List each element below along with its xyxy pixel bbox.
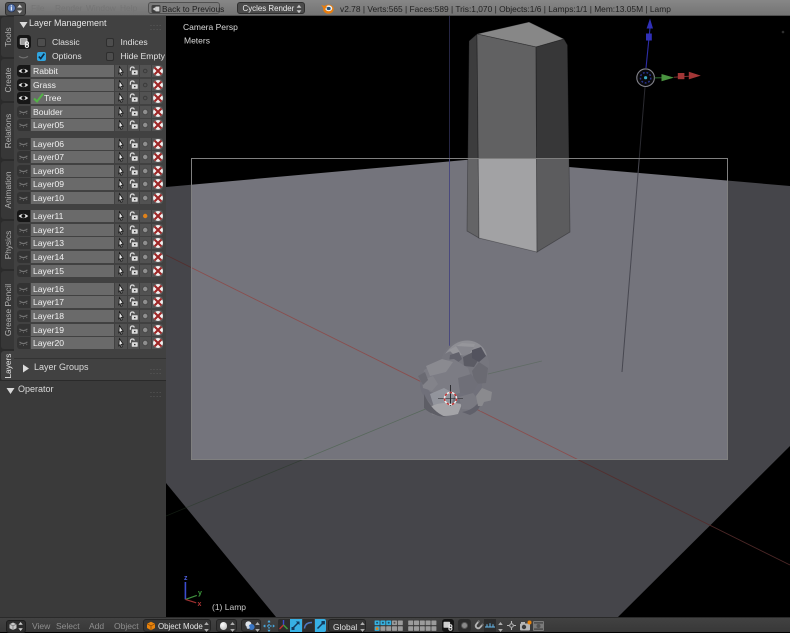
svg-text:z: z bbox=[184, 575, 188, 582]
svg-text:(1) Lamp: (1) Lamp bbox=[212, 602, 246, 612]
svg-text:Camera Persp: Camera Persp bbox=[183, 22, 238, 32]
svg-text:Meters: Meters bbox=[184, 36, 210, 46]
svg-text:i: i bbox=[10, 6, 12, 13]
svg-text:y: y bbox=[198, 590, 202, 597]
svg-text:x: x bbox=[198, 601, 202, 608]
